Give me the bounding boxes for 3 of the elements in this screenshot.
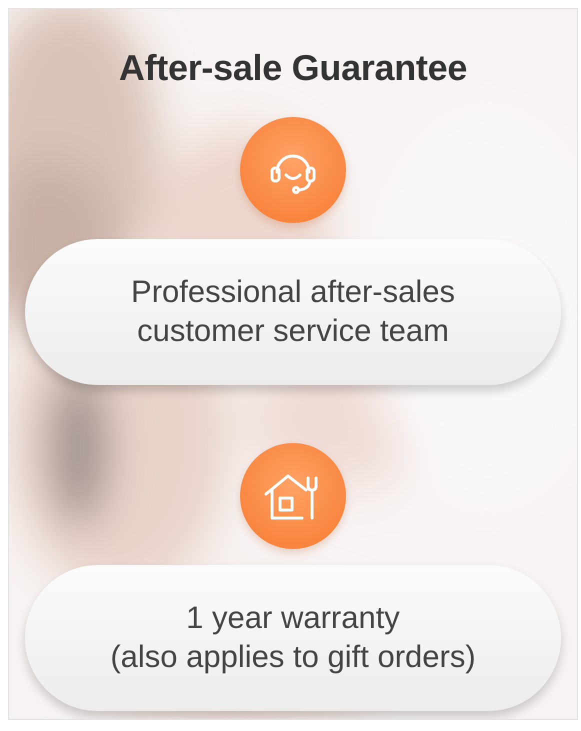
feature-text: 1 year warranty (also applies to gift orders): [110, 599, 476, 676]
feature-text: Professional after-sales customer service team: [131, 273, 455, 350]
title: After-sale Guarantee: [118, 46, 468, 90]
